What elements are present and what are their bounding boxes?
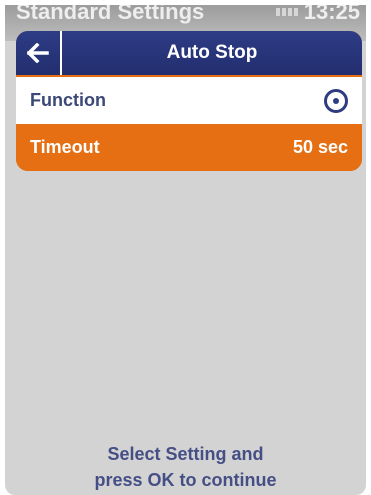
setting-row-function[interactable]: Function [16, 77, 362, 124]
page-title: Auto Stop [166, 42, 258, 63]
clock: 13:25 [303, 5, 360, 24]
instruction-line-1: Select Setting and [107, 444, 264, 464]
radio-on-icon[interactable] [324, 88, 348, 113]
setting-row-timeout[interactable]: Timeout 50 sec [16, 124, 362, 171]
header-bar: Auto Stop [16, 31, 362, 75]
instruction-line-2: press OK to continue [94, 470, 277, 490]
back-button[interactable] [16, 31, 62, 75]
status-title: Standard Settings [16, 5, 205, 24]
setting-value-timeout: 50 sec [292, 137, 348, 157]
instruction-text: Select Setting and press OK to continue [5, 441, 366, 493]
setting-label-timeout: Timeout [30, 137, 100, 157]
arrow-left-icon [27, 43, 49, 63]
device-screen: Standard Settings 13:25 Auto Stop Functi… [5, 5, 366, 495]
status-right: 13:25 [275, 5, 360, 25]
setting-label-function: Function [30, 90, 106, 110]
signal-icon [275, 8, 298, 16]
settings-panel: Auto Stop Function Timeout 50 sec [16, 31, 362, 171]
